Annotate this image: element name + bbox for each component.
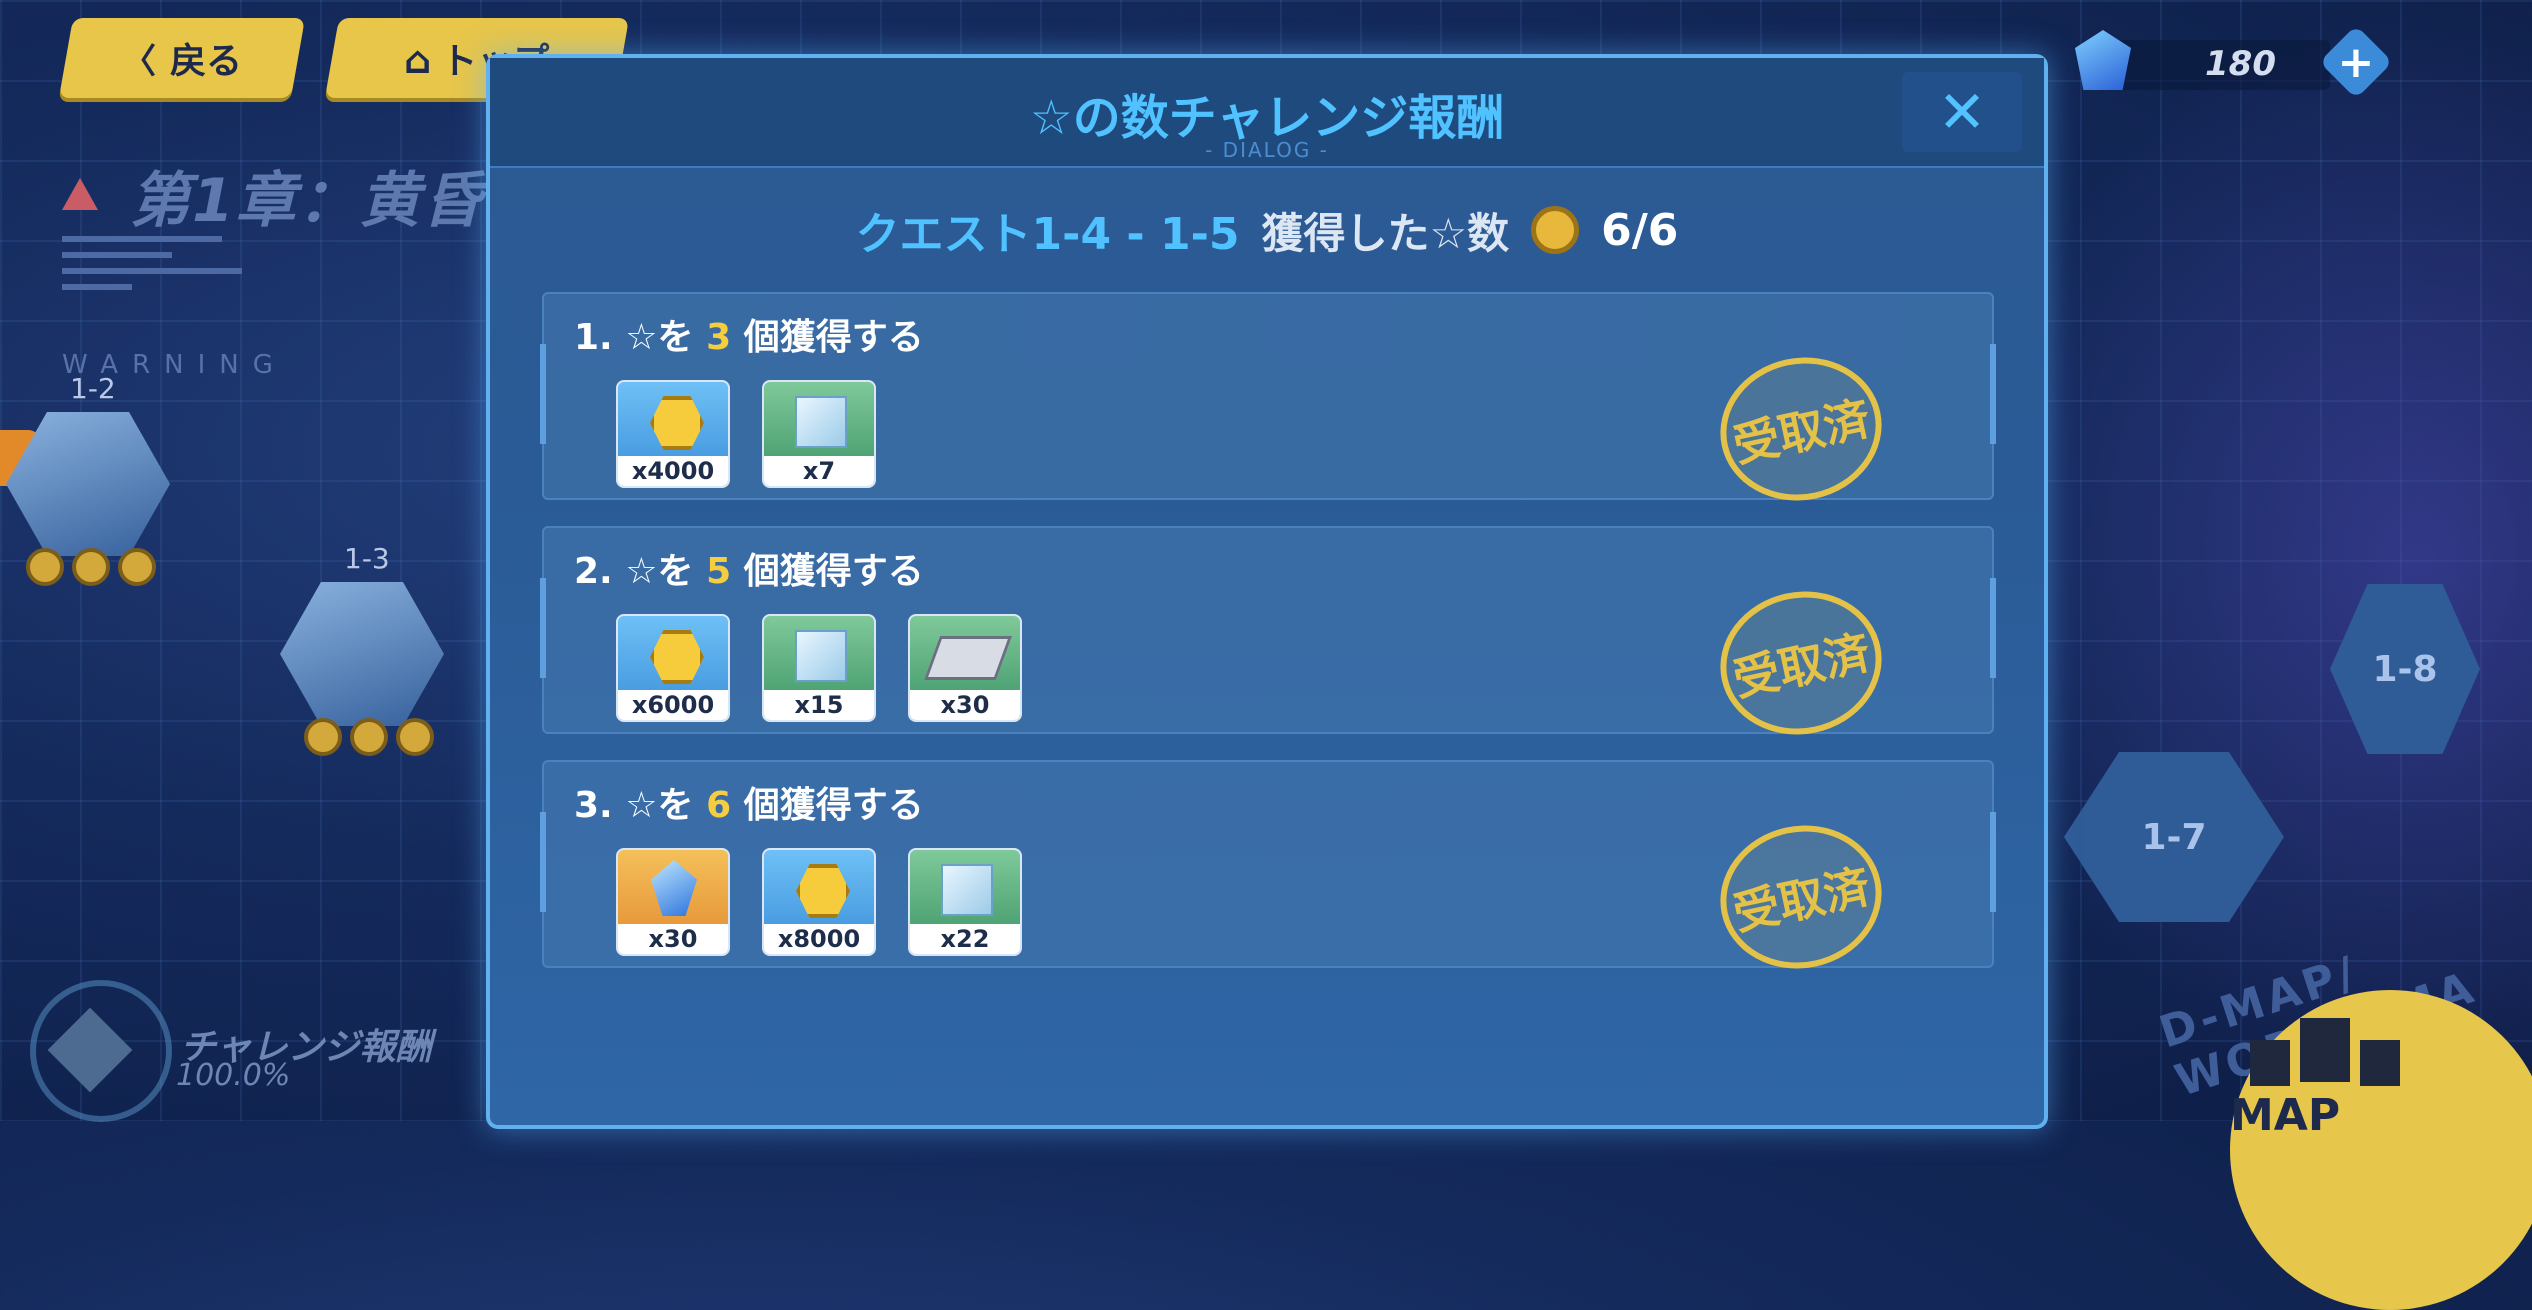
reward-item[interactable]: x30 [908, 614, 1022, 722]
reward-item[interactable]: x8000 [762, 848, 876, 956]
chapter-title: 第1章：黄昏 [130, 166, 484, 236]
ice-cube-icon [795, 630, 847, 682]
medal-icon [72, 548, 110, 586]
bracket-decoration [540, 812, 546, 912]
medal-icon [118, 548, 156, 586]
mission-row: 3. ☆を 6 個獲得する x30 x8000 x22 受取済 [540, 760, 1996, 984]
reward-list: x6000 x15 x30 [616, 614, 1022, 722]
stage-label-1-2: 1-2 [70, 372, 116, 405]
map-icon [2360, 1040, 2400, 1086]
mission-title: 1. ☆を 3 個獲得する [574, 317, 924, 358]
medal-icon [396, 718, 434, 756]
warning-icon [62, 178, 98, 210]
chevron-left-icon: 〈 [121, 42, 156, 82]
map-button[interactable] [2230, 990, 2532, 1310]
medal-icon [304, 718, 342, 756]
reward-item[interactable]: x30 [616, 848, 730, 956]
map-label: MAP [2230, 1090, 2341, 1141]
claimed-stamp: 受取済 [1707, 342, 1895, 516]
reward-item[interactable]: x22 [908, 848, 1022, 956]
dialog-subtitle: - DIALOG - [1205, 138, 1329, 162]
bracket-decoration [1990, 578, 1996, 678]
decorative-lines [62, 236, 262, 300]
stars-count: 6/6 [1601, 204, 1679, 256]
gold-coin-icon [650, 630, 704, 684]
gold-coin-icon [650, 396, 704, 450]
reward-list: x4000 x7 [616, 380, 876, 488]
claimed-stamp: 受取済 [1707, 576, 1895, 750]
dialog-header: ☆の数チャレンジ報酬 - DIALOG - ✕ [490, 58, 2044, 168]
close-button[interactable]: ✕ [1902, 72, 2022, 152]
bracket-decoration [540, 578, 546, 678]
reward-item[interactable]: x4000 [616, 380, 730, 488]
quest-range: クエスト1-4 - 1-5 [855, 209, 1240, 260]
reward-list: x30 x8000 x22 [616, 848, 1022, 956]
stage-label-1-3: 1-3 [344, 542, 390, 575]
ice-cube-icon [941, 864, 993, 916]
ice-cube-icon [795, 396, 847, 448]
reward-item[interactable]: x6000 [616, 614, 730, 722]
mission-row: 2. ☆を 5 個獲得する x6000 x15 x30 受取済 [540, 526, 1996, 750]
bracket-decoration [1990, 812, 1996, 912]
challenge-percent: 100.0% [176, 1058, 291, 1093]
mission-title: 2. ☆を 5 個獲得する [574, 551, 924, 592]
back-button[interactable]: 〈戻る [58, 18, 306, 98]
gem-count: 180 [2205, 44, 2276, 84]
star-challenge-dialog: ☆の数チャレンジ報酬 - DIALOG - ✕ クエスト1-4 - 1-5 獲得… [486, 54, 2048, 1129]
medal-icon [350, 718, 388, 756]
bracket-decoration [1990, 344, 1996, 444]
map-icon [2300, 1018, 2350, 1082]
home-icon: ⌂ [404, 38, 432, 82]
reward-item[interactable]: x15 [762, 614, 876, 722]
stars-label: 獲得した☆数 [1261, 208, 1510, 258]
map-icon [2250, 1040, 2290, 1086]
claimed-stamp: 受取済 [1707, 810, 1895, 984]
gold-coin-icon [796, 864, 850, 918]
stage-medals-1-2 [26, 548, 156, 586]
medal-icon [26, 548, 64, 586]
medal-icon [1531, 206, 1580, 254]
stars-summary: クエスト1-4 - 1-5 獲得した☆数 6/6 [490, 198, 2044, 262]
mission-row: 1. ☆を 3 個獲得する x4000 x7 受取済 [540, 292, 1996, 516]
crystal-icon [651, 860, 697, 916]
stage-medals-1-3 [304, 718, 434, 756]
mission-title: 3. ☆を 6 個獲得する [574, 785, 924, 826]
reward-item[interactable]: x7 [762, 380, 876, 488]
chip-icon [923, 636, 1013, 680]
bracket-decoration [540, 344, 546, 444]
